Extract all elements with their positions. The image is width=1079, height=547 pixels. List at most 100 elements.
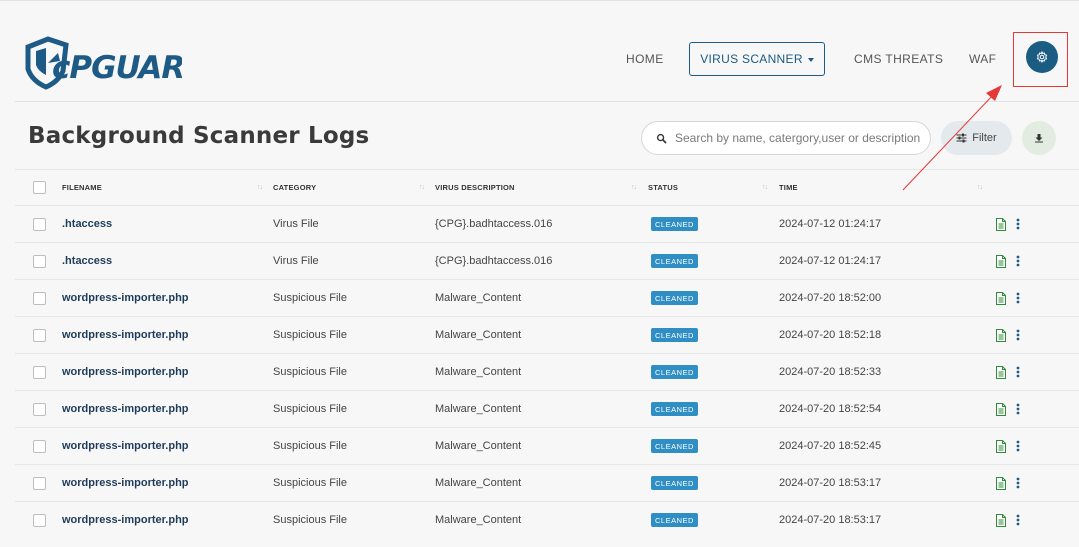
time: 2024-07-20 18:52:18 xyxy=(779,329,882,341)
filename[interactable]: wordpress-importer.php xyxy=(62,502,189,538)
nav-virus-scanner[interactable]: VIRUS SCANNER xyxy=(689,42,825,76)
more-vertical-icon[interactable] xyxy=(1016,465,1020,501)
category: Suspicious File xyxy=(273,292,347,304)
category: Suspicious File xyxy=(273,440,347,452)
table-row: wordpress-importer.php Suspicious File Mal… xyxy=(15,279,1079,316)
sort-icon[interactable]: ↑↓ xyxy=(762,184,768,191)
filename[interactable]: wordpress-importer.php xyxy=(62,280,189,316)
sort-icon[interactable]: ↑↓ xyxy=(419,184,425,191)
filename[interactable]: wordpress-importer.php xyxy=(62,428,189,464)
cpguard-logo[interactable]: cPGUARD xyxy=(22,31,182,91)
file-icon[interactable] xyxy=(996,354,1006,390)
virus-description: Malware_Content xyxy=(435,440,522,452)
row-checkbox[interactable] xyxy=(33,218,46,231)
table-row: .htaccess Virus File {CPG}.badhtaccess.016… xyxy=(15,205,1079,242)
column-header-virus-description[interactable]: VIRUS DESCRIPTION xyxy=(435,170,515,205)
gear-icon xyxy=(1036,51,1048,63)
status-badge: CLEANED xyxy=(651,217,698,231)
select-all-checkbox[interactable] xyxy=(33,181,46,194)
row-checkbox[interactable] xyxy=(33,440,46,453)
filename[interactable]: wordpress-importer.php xyxy=(62,317,189,353)
row-checkbox[interactable] xyxy=(33,366,46,379)
table-row: .htaccess Virus File {CPG}.badhtaccess.016… xyxy=(15,242,1079,279)
more-vertical-icon[interactable] xyxy=(1016,391,1020,427)
more-vertical-icon[interactable] xyxy=(1016,280,1020,316)
table-row: wordpress-importer.php Suspicious File Mal… xyxy=(15,464,1079,501)
virus-description: Malware_Content xyxy=(435,477,522,489)
logs-table: FILENAME ↑↓ CATEGORY ↑↓ VIRUS DESCRIPTIO… xyxy=(15,169,1079,538)
settings-button[interactable] xyxy=(1026,41,1058,73)
virus-description: Malware_Content xyxy=(435,329,522,341)
virus-description: Malware_Content xyxy=(435,292,522,304)
row-checkbox[interactable] xyxy=(33,477,46,490)
filename[interactable]: wordpress-importer.php xyxy=(62,465,189,501)
file-icon[interactable] xyxy=(996,206,1006,242)
filter-button[interactable]: Filter xyxy=(941,121,1012,155)
header-divider xyxy=(15,101,1079,102)
download-icon xyxy=(1035,134,1043,143)
more-vertical-icon[interactable] xyxy=(1016,354,1020,390)
nav-cms-threats[interactable]: CMS THREATS xyxy=(854,52,943,66)
sort-icon[interactable]: ↑↓ xyxy=(977,184,983,191)
filename[interactable]: .htaccess xyxy=(62,243,112,279)
more-vertical-icon[interactable] xyxy=(1016,243,1020,279)
more-vertical-icon[interactable] xyxy=(1016,502,1020,538)
status-badge: CLEANED xyxy=(651,254,698,268)
more-vertical-icon[interactable] xyxy=(1016,206,1020,242)
caret-down-icon xyxy=(807,57,814,62)
time: 2024-07-12 01:24:17 xyxy=(779,218,882,230)
more-vertical-icon[interactable] xyxy=(1016,317,1020,353)
sort-icon[interactable]: ↑↓ xyxy=(631,184,637,191)
page: cPGUARD HOME VIRUS SCANNER CMS THREATS W… xyxy=(0,0,1079,547)
row-checkbox[interactable] xyxy=(33,292,46,305)
file-icon[interactable] xyxy=(996,391,1006,427)
virus-description: Malware_Content xyxy=(435,366,522,378)
filename[interactable]: .htaccess xyxy=(62,206,112,242)
table-row: wordpress-importer.php Suspicious File Mal… xyxy=(15,353,1079,390)
nav-waf[interactable]: WAF xyxy=(969,52,996,66)
table-row: wordpress-importer.php Suspicious File Mal… xyxy=(15,390,1079,427)
file-icon[interactable] xyxy=(996,280,1006,316)
header: cPGUARD HOME VIRUS SCANNER CMS THREATS W… xyxy=(0,1,1079,101)
search-box[interactable] xyxy=(641,121,931,155)
time: 2024-07-20 18:53:17 xyxy=(779,477,882,489)
sort-icon[interactable]: ↑↓ xyxy=(257,184,263,191)
column-header-filename[interactable]: FILENAME xyxy=(62,170,102,205)
row-checkbox[interactable] xyxy=(33,514,46,527)
status-badge: CLEANED xyxy=(651,513,698,527)
row-checkbox[interactable] xyxy=(33,255,46,268)
file-icon[interactable] xyxy=(996,243,1006,279)
more-vertical-icon[interactable] xyxy=(1016,428,1020,464)
file-icon[interactable] xyxy=(996,465,1006,501)
category: Suspicious File xyxy=(273,514,347,526)
time: 2024-07-20 18:52:00 xyxy=(779,292,882,304)
column-header-time[interactable]: TIME xyxy=(779,170,798,205)
page-title: Background Scanner Logs xyxy=(28,123,370,149)
column-header-category[interactable]: CATEGORY xyxy=(273,170,316,205)
status-badge: CLEANED xyxy=(651,439,698,453)
row-checkbox[interactable] xyxy=(33,403,46,416)
file-icon[interactable] xyxy=(996,317,1006,353)
status-badge: CLEANED xyxy=(651,291,698,305)
download-button[interactable] xyxy=(1022,121,1056,155)
virus-description: Malware_Content xyxy=(435,403,522,415)
search-input[interactable] xyxy=(675,131,920,145)
row-checkbox[interactable] xyxy=(33,329,46,342)
filename[interactable]: wordpress-importer.php xyxy=(62,391,189,427)
time: 2024-07-20 18:53:17 xyxy=(779,514,882,526)
virus-description: Malware_Content xyxy=(435,514,522,526)
file-icon[interactable] xyxy=(996,502,1006,538)
time: 2024-07-12 01:24:17 xyxy=(779,255,882,267)
filename[interactable]: wordpress-importer.php xyxy=(62,354,189,390)
category: Suspicious File xyxy=(273,403,347,415)
nav-home[interactable]: HOME xyxy=(626,52,664,66)
status-badge: CLEANED xyxy=(651,365,698,379)
time: 2024-07-20 18:52:54 xyxy=(779,403,882,415)
filter-label: Filter xyxy=(972,132,997,144)
column-header-status[interactable]: STATUS xyxy=(648,170,678,205)
file-icon[interactable] xyxy=(996,428,1006,464)
logo-text: cPGUARD xyxy=(52,50,182,86)
time: 2024-07-20 18:52:33 xyxy=(779,366,882,378)
sliders-icon xyxy=(956,133,967,143)
status-badge: CLEANED xyxy=(651,402,698,416)
